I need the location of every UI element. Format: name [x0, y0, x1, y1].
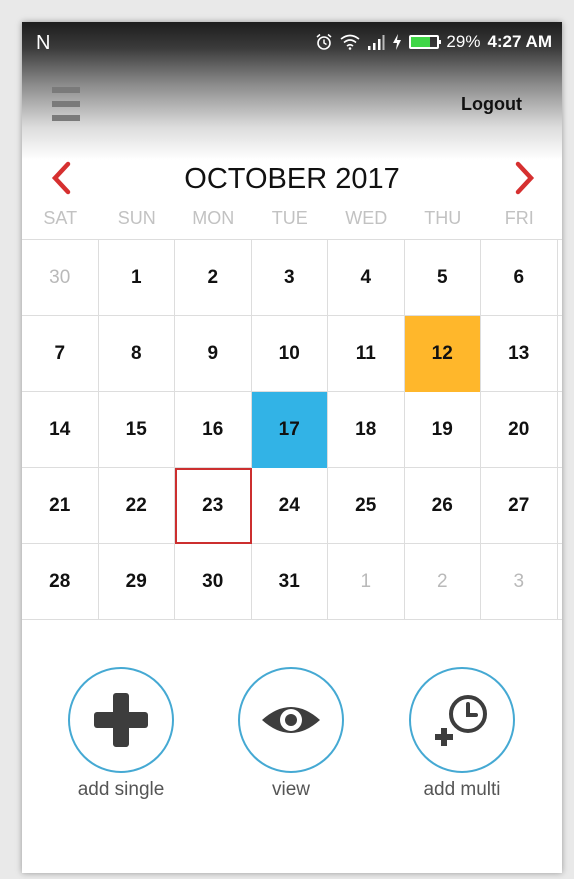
calendar-day[interactable]: 11: [328, 316, 405, 392]
signal-icon: [368, 35, 385, 50]
weekday-label: FRI: [504, 208, 534, 228]
weekday-label: WED: [345, 208, 388, 228]
calendar-day[interactable]: 1: [99, 240, 175, 316]
status-carrier: N: [36, 32, 51, 54]
add-single-button[interactable]: add single: [68, 667, 174, 801]
calendar-day[interactable]: 15: [99, 392, 175, 468]
view-circle[interactable]: [238, 667, 344, 773]
calendar-week: 28 29 30 31 1 2 3: [22, 544, 562, 620]
calendar-day[interactable]: 2: [175, 240, 252, 316]
eye-icon: [262, 707, 320, 733]
calendar-day[interactable]: 21: [22, 468, 99, 544]
calendar-day[interactable]: 4: [328, 240, 405, 316]
calendar-day[interactable]: 13: [481, 316, 558, 392]
alarm-icon: [316, 33, 332, 50]
calendar-day[interactable]: 31: [252, 544, 328, 620]
chevron-right-icon[interactable]: [514, 160, 536, 202]
calendar-day[interactable]: 8: [99, 316, 175, 392]
charging-icon: [393, 34, 402, 50]
calendar-week: 21 22 23 24 25 26 27: [22, 468, 562, 544]
calendar-day-highlighted[interactable]: 17: [251, 392, 328, 468]
calendar-day[interactable]: 1: [328, 544, 405, 620]
calendar-day[interactable]: 27: [481, 468, 558, 544]
calendar-day[interactable]: 28: [22, 544, 99, 620]
calendar-day[interactable]: 22: [99, 468, 175, 544]
calendar-day[interactable]: 7: [22, 316, 99, 392]
plus-icon: [94, 693, 148, 747]
calendar-day[interactable]: 24: [252, 468, 328, 544]
calendar-day[interactable]: 25: [328, 468, 405, 544]
wifi-icon: [340, 34, 360, 50]
view-button[interactable]: view: [238, 667, 344, 801]
add-single-label: add single: [77, 779, 165, 800]
add-single-circle[interactable]: [68, 667, 174, 773]
clock-plus-icon: [435, 695, 487, 746]
calendar-day[interactable]: 9: [175, 316, 252, 392]
calendar-day[interactable]: 10: [252, 316, 328, 392]
calendar-week: 7 8 9 10 11 12 13: [22, 316, 562, 392]
calendar-day[interactable]: 29: [99, 544, 175, 620]
phone-screen: N 29% 4:27 AM Logout OCTOBER 2017 SAT SU…: [22, 22, 562, 873]
calendar-day[interactable]: 19: [405, 392, 481, 468]
calendar-day[interactable]: 3: [252, 240, 328, 316]
add-multi-button[interactable]: add multi: [409, 667, 515, 801]
weekday-label: TUE: [271, 208, 308, 228]
weekday-label: SAT: [43, 208, 78, 228]
calendar-week: 14 15 16 17 18 19 20: [22, 392, 562, 468]
top-bar: N 29% 4:27 AM Logout: [22, 22, 562, 160]
calendar-day[interactable]: 6: [481, 240, 558, 316]
battery-percent: 29%: [446, 32, 481, 51]
month-title: OCTOBER 2017: [184, 163, 400, 195]
weekday-label: MON: [192, 208, 235, 228]
calendar-week: 30 1 2 3 4 5 6: [22, 240, 562, 316]
weekday-label: THU: [424, 208, 462, 228]
add-multi-label: add multi: [423, 779, 501, 800]
view-label: view: [271, 779, 310, 800]
calendar-day-today[interactable]: 23: [175, 468, 252, 544]
add-multi-circle[interactable]: [409, 667, 515, 773]
month-navigation: OCTOBER 2017: [22, 160, 562, 204]
hamburger-menu-icon[interactable]: [52, 87, 82, 127]
calendar-day[interactable]: 26: [405, 468, 481, 544]
status-time: 4:27 AM: [487, 32, 552, 51]
calendar-day[interactable]: 30: [22, 240, 99, 316]
calendar-day[interactable]: 30: [175, 544, 252, 620]
calendar-day[interactable]: 5: [405, 240, 481, 316]
weekday-label: SUN: [117, 208, 156, 228]
calendar-day[interactable]: 3: [481, 544, 558, 620]
logout-button[interactable]: Logout: [461, 94, 522, 115]
calendar-day[interactable]: 2: [405, 544, 481, 620]
battery-icon: [409, 35, 442, 49]
calendar-day[interactable]: 16: [175, 392, 252, 468]
calendar-grid: 30 1 2 3 4 5 6 7 8 9 10 11 12 13 14 15 1…: [22, 239, 562, 620]
status-bar: 29% 4:27 AM: [315, 32, 552, 52]
weekday-header: SAT SUN MON TUE WED THU FRI: [22, 208, 562, 232]
calendar-day[interactable]: 18: [328, 392, 405, 468]
calendar-day[interactable]: 20: [481, 392, 558, 468]
calendar-day-selected[interactable]: 12: [404, 316, 481, 392]
calendar-day[interactable]: 14: [22, 392, 99, 468]
